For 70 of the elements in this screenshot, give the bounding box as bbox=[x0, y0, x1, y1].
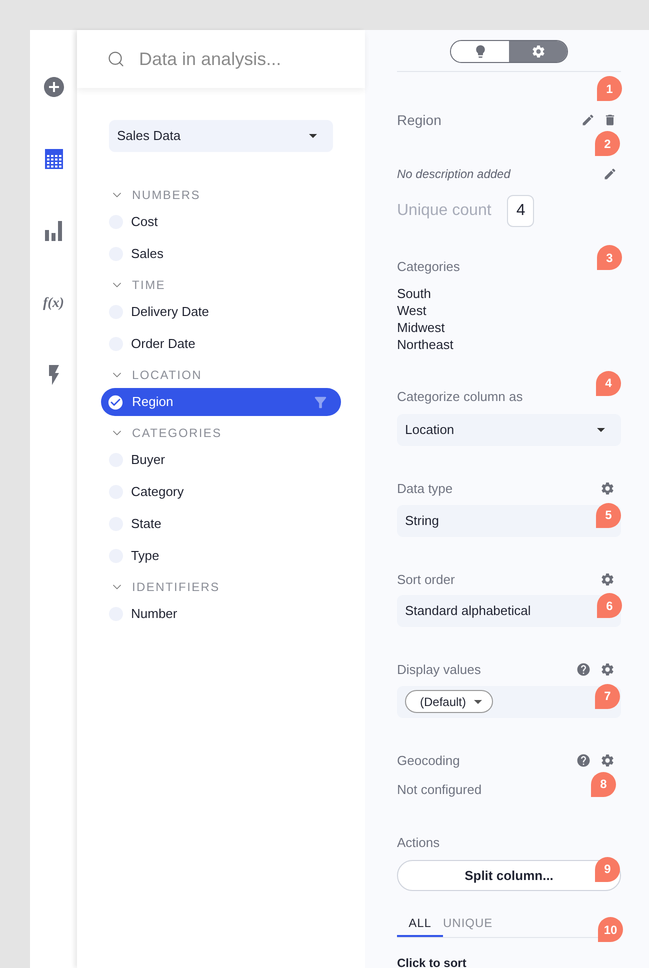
group-heading: NUMBERS bbox=[132, 187, 200, 204]
column-name: Region bbox=[397, 110, 442, 130]
unique-count-label: Unique count bbox=[397, 201, 492, 221]
column-item[interactable]: State bbox=[131, 514, 162, 534]
category-dropdown[interactable]: Location bbox=[397, 414, 621, 446]
formula-button[interactable]: f(x) bbox=[43, 292, 64, 314]
search-icon bbox=[107, 50, 125, 68]
caret-icon bbox=[309, 134, 317, 138]
insights-toggle[interactable] bbox=[451, 41, 509, 62]
section-label: Geocoding bbox=[397, 752, 460, 770]
settings-toggle[interactable] bbox=[509, 41, 567, 62]
step-marker: 7 bbox=[595, 684, 620, 708]
category-value: West bbox=[397, 302, 428, 318]
step-marker: 3 bbox=[597, 245, 622, 270]
unique-count-value: 4 bbox=[507, 195, 534, 227]
search-bar[interactable]: Data in analysis... bbox=[77, 30, 365, 88]
column-item[interactable]: Number bbox=[131, 604, 178, 624]
column-item[interactable]: Sales bbox=[131, 244, 164, 264]
category-value: Northeast bbox=[397, 336, 454, 352]
section-label: Categories bbox=[397, 258, 460, 276]
step-marker: 9 bbox=[595, 856, 620, 882]
search-field[interactable]: Data in analysis... bbox=[139, 46, 339, 72]
step-marker: 8 bbox=[591, 772, 616, 796]
settings-icon[interactable] bbox=[600, 481, 615, 496]
add-icon[interactable] bbox=[42, 75, 66, 99]
group-heading: TIME bbox=[132, 277, 166, 294]
group-heading: CATEGORIES bbox=[132, 425, 222, 442]
section-label: Data type bbox=[397, 480, 453, 498]
caret-icon bbox=[597, 428, 605, 432]
category-value: South bbox=[397, 284, 432, 302]
dataset-dropdown[interactable]: Sales Data bbox=[109, 120, 333, 152]
section-label: Display values bbox=[397, 661, 481, 679]
settings-icon[interactable] bbox=[600, 572, 615, 587]
settings-icon[interactable] bbox=[600, 752, 615, 768]
pencil-icon[interactable] bbox=[581, 113, 595, 127]
bar-chart-icon[interactable] bbox=[45, 221, 62, 241]
step-marker: 10 bbox=[598, 917, 623, 942]
display-values-dropdown[interactable]: (Default) bbox=[405, 690, 494, 713]
column-item[interactable]: Type bbox=[131, 546, 160, 566]
group-heading: LOCATION bbox=[132, 367, 202, 384]
check-icon bbox=[107, 394, 124, 410]
step-marker: 2 bbox=[595, 131, 620, 156]
category-value: Midwest bbox=[397, 318, 446, 336]
section-label: Categorize column as bbox=[397, 388, 523, 406]
column-item[interactable]: Order Date bbox=[131, 334, 196, 354]
tab[interactable]: ALL bbox=[397, 911, 443, 937]
caret-icon bbox=[474, 700, 482, 704]
step-marker: 1 bbox=[597, 76, 622, 101]
step-marker: 5 bbox=[596, 502, 621, 528]
geocoding-status: Not configured bbox=[397, 781, 482, 799]
help-icon[interactable] bbox=[576, 662, 591, 678]
description-text: No description added bbox=[397, 166, 510, 183]
group-heading: IDENTIFIERS bbox=[132, 579, 220, 596]
mode-toggle[interactable] bbox=[450, 40, 568, 63]
gear-icon bbox=[530, 44, 546, 59]
table-icon[interactable] bbox=[44, 149, 62, 169]
step-marker: 6 bbox=[597, 593, 622, 618]
column-item[interactable]: Buyer bbox=[131, 450, 165, 470]
step-marker: 4 bbox=[596, 370, 621, 396]
column-item[interactable]: Cost bbox=[131, 212, 158, 232]
column-item[interactable]: Region bbox=[101, 388, 341, 416]
column-item[interactable]: Category bbox=[131, 482, 184, 502]
section-label: Sort order bbox=[397, 570, 455, 588]
help-icon[interactable] bbox=[576, 752, 591, 768]
settings-icon[interactable] bbox=[600, 662, 615, 678]
section-label: Actions bbox=[397, 834, 440, 852]
pencil-icon[interactable] bbox=[603, 167, 617, 181]
trash-icon[interactable] bbox=[603, 113, 617, 127]
table-header: Click to sort bbox=[397, 955, 468, 968]
column-item[interactable]: Delivery Date bbox=[131, 302, 210, 322]
